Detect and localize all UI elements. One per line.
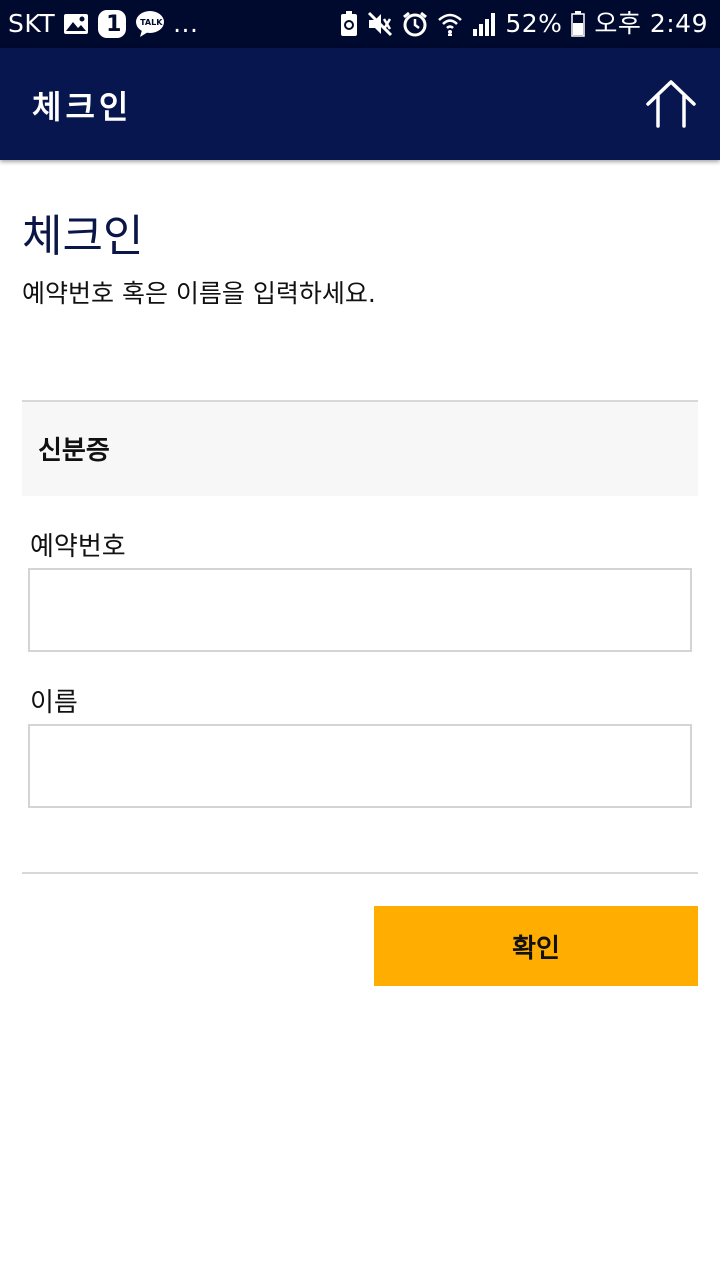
carrier-label: SKT <box>8 9 56 38</box>
reservation-number-input[interactable] <box>28 568 692 652</box>
battery-percent: 52% <box>505 9 563 38</box>
name-label: 이름 <box>30 688 78 718</box>
status-right: 52% 오후 2:49 <box>340 0 708 48</box>
section-title: 신분증 <box>38 436 110 466</box>
app-bar: 체크인 <box>0 48 720 160</box>
recycle-battery-icon <box>340 11 358 37</box>
reservation-number-label: 예약번호 <box>30 532 126 562</box>
app-bar-title: 체크인 <box>32 88 133 126</box>
home-button[interactable] <box>644 78 698 132</box>
home-icon <box>646 80 696 128</box>
gallery-icon <box>63 13 89 35</box>
battery-icon <box>571 11 586 37</box>
notification-badge-count: 1 <box>106 11 122 37</box>
more-notifications: ... <box>173 9 199 38</box>
page-description: 예약번호 혹은 이름을 입력하세요. <box>22 279 376 308</box>
confirm-button[interactable]: 확인 <box>374 906 698 986</box>
section-header: 신분증 <box>22 402 698 496</box>
kakaotalk-label: TALK <box>140 18 163 27</box>
signal-icon <box>472 12 496 36</box>
notification-badge-icon: 1 <box>97 9 127 39</box>
alarm-icon <box>402 11 428 37</box>
bottom-divider <box>22 872 698 874</box>
clock: 오후 2:49 <box>594 9 708 38</box>
status-left: SKT 1 TALK ... <box>8 0 198 48</box>
mute-icon <box>367 11 393 37</box>
wifi-icon <box>437 11 463 37</box>
status-bar: SKT 1 TALK ... 52% 오후 2:49 <box>0 0 720 48</box>
page-title: 체크인 <box>22 211 144 262</box>
kakaotalk-icon: TALK <box>135 10 165 38</box>
name-input[interactable] <box>28 724 692 808</box>
